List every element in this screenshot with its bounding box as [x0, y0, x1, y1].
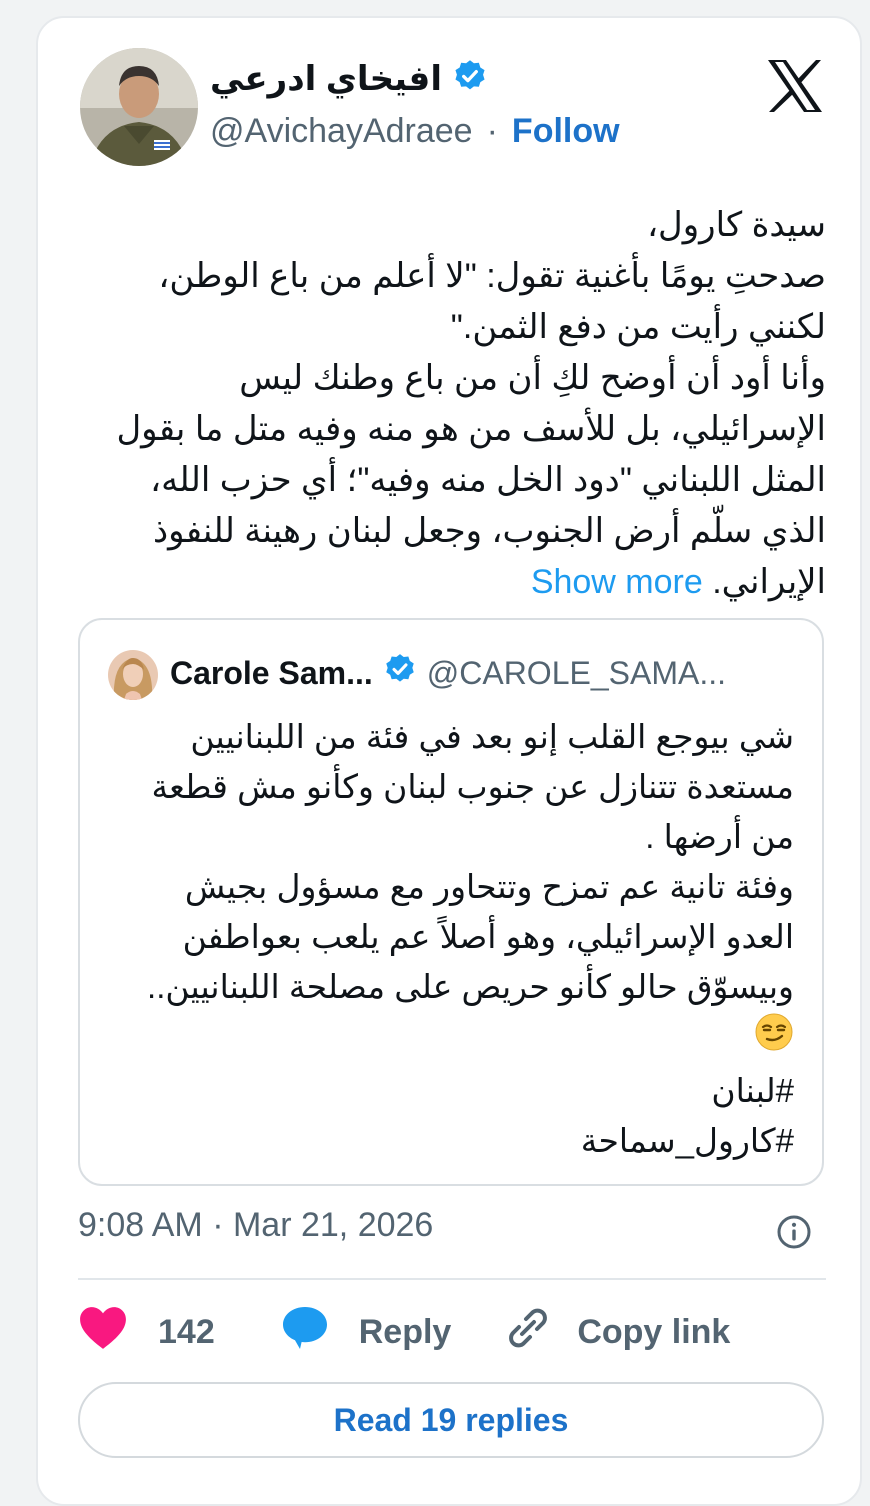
info-icon[interactable] — [776, 1214, 812, 1250]
like-button[interactable]: 142 — [78, 1305, 215, 1360]
link-icon — [505, 1305, 551, 1360]
read-replies-label: Read 19 replies — [333, 1401, 569, 1438]
tweet-card: افيخاي ادرعي @AvichayAdraee · Follow سيد… — [36, 16, 862, 1506]
quoted-tweet[interactable]: Carole Sam... @CAROLE_SAMA... شي بيوجع ا… — [78, 618, 824, 1186]
x-logo-icon[interactable] — [766, 58, 824, 114]
quoted-body: شي بيوجع القلب إنو بعد في فئة من اللبنان… — [147, 718, 794, 1005]
smirking-face-emoji — [754, 1012, 794, 1066]
show-more-link[interactable]: Show more — [531, 563, 703, 601]
reply-button[interactable]: Reply — [281, 1305, 452, 1360]
like-count: 142 — [158, 1312, 215, 1351]
speech-bubble-icon — [281, 1305, 329, 1360]
quoted-verified-badge-icon — [383, 652, 417, 694]
handle-separator: · — [486, 112, 498, 150]
reply-label: Reply — [358, 1312, 452, 1351]
tweet-timestamp[interactable]: 9:08 AM · Mar 21, 2026 — [78, 1206, 433, 1245]
divider — [78, 1278, 826, 1280]
author-name[interactable]: افيخاي ادرعي — [210, 59, 442, 99]
hashtag-link[interactable]: #لبنان — [711, 1072, 794, 1109]
read-replies-button[interactable]: Read 19 replies — [78, 1382, 824, 1458]
verified-badge-icon — [452, 58, 488, 99]
author-handle[interactable]: @AvichayAdraee — [210, 112, 473, 151]
quoted-name[interactable]: Carole Sam... — [170, 655, 373, 692]
quoted-header: Carole Sam... @CAROLE_SAMA... — [170, 652, 726, 694]
action-bar: 142 Reply Copy link — [78, 1304, 730, 1360]
quoted-handle[interactable]: @CAROLE_SAMA... — [427, 655, 726, 692]
tweet-body: سيدة كارول، صدحتِ يومًا بأغنية تقول: "لا… — [116, 206, 826, 601]
copy-link-button[interactable]: Copy link — [505, 1305, 730, 1360]
hashtag-link[interactable]: #كارول_سماحة — [581, 1122, 794, 1159]
author-handle-row: @AvichayAdraee · Follow — [210, 112, 620, 151]
author-avatar[interactable] — [80, 48, 198, 166]
copy-link-label: Copy link — [577, 1312, 731, 1351]
tweet-time: 9:08 AM — [78, 1206, 203, 1244]
timestamp-separator: · — [212, 1206, 224, 1244]
follow-button[interactable]: Follow — [512, 112, 620, 151]
quoted-avatar[interactable] — [108, 650, 158, 700]
tweet-date: Mar 21, 2026 — [232, 1206, 434, 1244]
tweet-text: سيدة كارول، صدحتِ يومًا بأغنية تقول: "لا… — [78, 200, 826, 608]
quoted-text: شي بيوجع القلب إنو بعد في فئة من اللبنان… — [108, 712, 794, 1166]
heart-icon — [78, 1305, 128, 1360]
author-name-row: افيخاي ادرعي — [210, 58, 488, 99]
